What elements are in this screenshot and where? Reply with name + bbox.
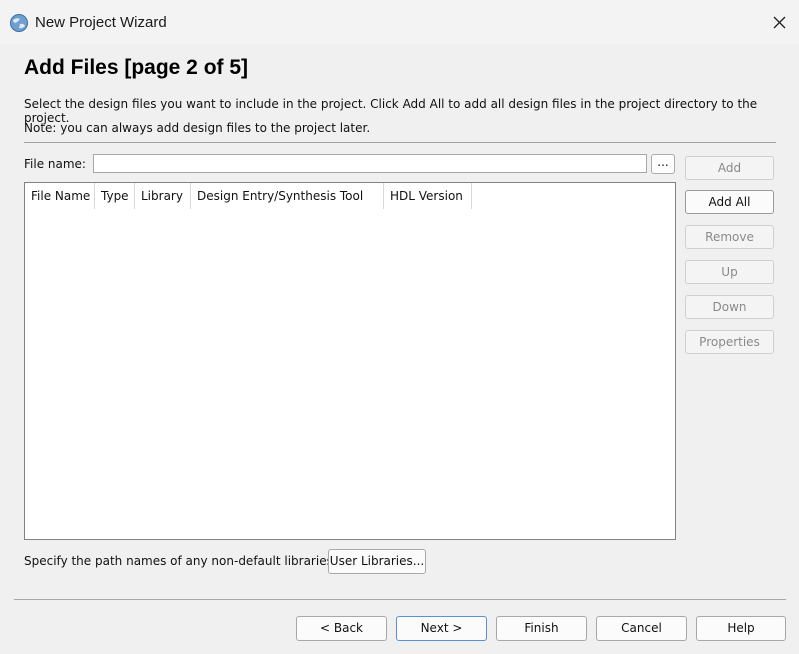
remove-button[interactable]: Remove — [685, 225, 774, 249]
globe-app-icon — [9, 13, 29, 33]
wizard-content: Add Files [page 2 of 5] Select the desig… — [0, 44, 799, 654]
back-button[interactable]: < Back — [296, 616, 387, 641]
properties-button[interactable]: Properties — [685, 330, 774, 354]
user-libraries-button[interactable]: User Libraries... — [328, 549, 426, 574]
add-button[interactable]: Add — [685, 156, 774, 180]
page-heading: Add Files [page 2 of 5] — [24, 56, 249, 79]
close-button[interactable] — [763, 8, 795, 38]
cancel-button[interactable]: Cancel — [596, 616, 687, 641]
title-bar: New Project Wizard — [0, 0, 799, 44]
column-header-file-name[interactable]: File Name — [25, 183, 95, 209]
footer-separator — [14, 599, 786, 600]
file-name-input[interactable] — [93, 154, 647, 173]
page-note: Note: you can always add design files to… — [24, 121, 371, 135]
column-header-design-entry-tool[interactable]: Design Entry/Synthesis Tool — [191, 183, 384, 209]
column-header-hdl-version[interactable]: HDL Version — [384, 183, 472, 209]
add-all-button[interactable]: Add All — [685, 190, 774, 214]
column-header-library[interactable]: Library — [135, 183, 191, 209]
close-icon — [773, 16, 786, 29]
file-name-label: File name: — [24, 157, 86, 171]
browse-button[interactable]: ... — [651, 154, 675, 174]
up-button[interactable]: Up — [685, 260, 774, 284]
file-table[interactable]: File Name Type Library Design Entry/Synt… — [24, 182, 676, 540]
column-header-type[interactable]: Type — [95, 183, 135, 209]
window-title: New Project Wizard — [35, 14, 167, 31]
next-button[interactable]: Next > — [396, 616, 487, 641]
help-button[interactable]: Help — [696, 616, 786, 641]
down-button[interactable]: Down — [685, 295, 774, 319]
header-separator — [24, 142, 776, 143]
libraries-description: Specify the path names of any non-defaul… — [24, 554, 337, 568]
finish-button[interactable]: Finish — [496, 616, 587, 641]
